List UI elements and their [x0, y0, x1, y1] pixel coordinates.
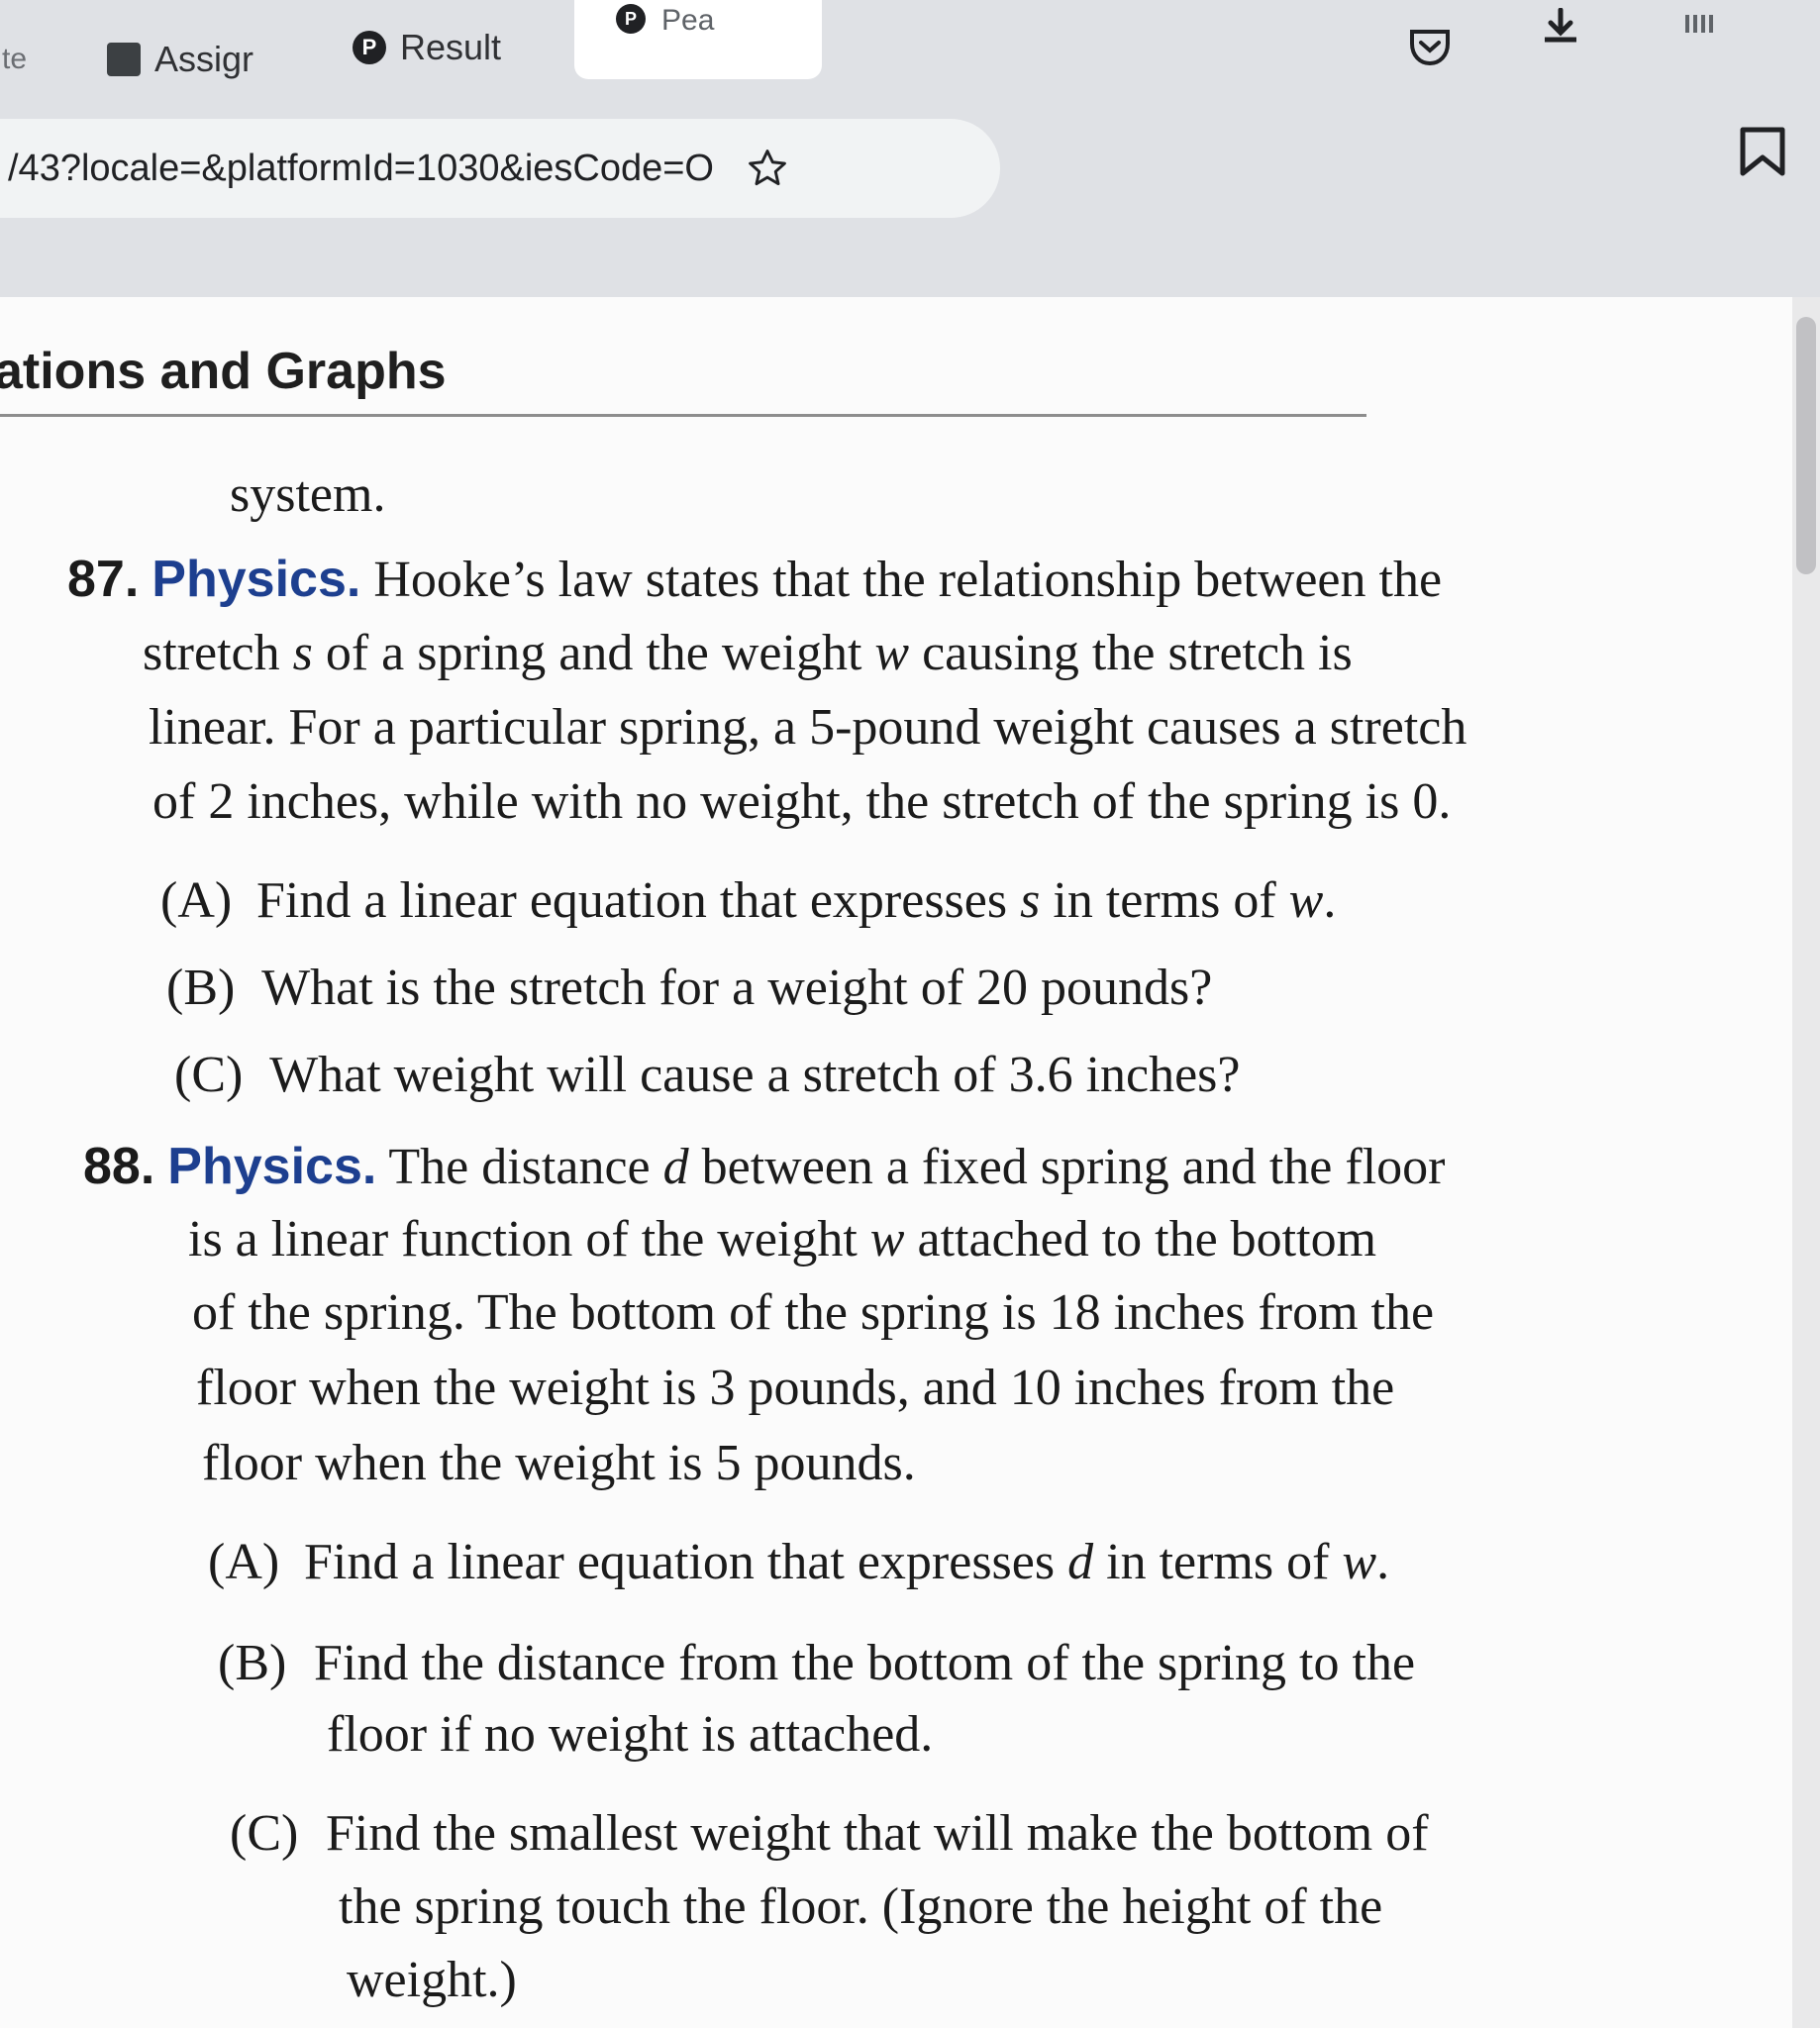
- tab-label: Pea: [661, 4, 715, 37]
- browser-chrome: te Assigr P Result P Pea /43?locale=&pla…: [0, 0, 1820, 299]
- part-label: (A): [208, 1534, 280, 1590]
- problem-number: 87.: [67, 551, 140, 608]
- p-logo-icon: P: [616, 4, 646, 34]
- chapter-title: ations and Graphs: [0, 343, 447, 400]
- tab-label: Result: [400, 27, 502, 67]
- library-icon[interactable]: [1671, 0, 1727, 55]
- reading-list-icon[interactable]: [1735, 124, 1790, 179]
- variable-d: d: [662, 1139, 689, 1195]
- part-text: Find a linear equation that expresses: [304, 1534, 1068, 1590]
- part-text: Find the distance from the bottom of the…: [314, 1635, 1416, 1691]
- variable-d: d: [1067, 1534, 1094, 1590]
- part-label: (C): [230, 1805, 299, 1862]
- problem-87-part-b: (B) What is the stretch for a weight of …: [166, 959, 1212, 1018]
- vertical-scrollbar[interactable]: [1792, 297, 1820, 2028]
- problem-text: attached to the bottom: [904, 1211, 1377, 1268]
- problem-88-part-c: (C) Find the smallest weight that will m…: [230, 1804, 1429, 1864]
- problem-87-part-a: (A) Find a linear equation that expresse…: [160, 871, 1336, 931]
- problem-text: causing the stretch is: [922, 625, 1353, 681]
- pocket-icon[interactable]: [1402, 20, 1458, 75]
- problem-number: 88.: [83, 1138, 155, 1195]
- document-icon: [107, 43, 141, 76]
- part-label: (B): [218, 1635, 287, 1691]
- chapter-divider: [0, 414, 1366, 417]
- part-text: What weight will cause a stretch of 3.6 …: [269, 1047, 1241, 1103]
- problem-88-part-b: (B) Find the distance from the bottom of…: [218, 1634, 1415, 1693]
- problem-88-part-a: (A) Find a linear equation that expresse…: [208, 1533, 1389, 1592]
- problem-88-line-2: is a linear function of the weight w att…: [188, 1210, 1376, 1269]
- p-logo-icon: P: [353, 31, 386, 64]
- problem-87-line-1: 87. Physics. Hooke’s law states that the…: [67, 550, 1442, 610]
- problem-87-line-4: of 2 inches, while with no weight, the s…: [152, 773, 1452, 830]
- problem-88-line-5: floor when the weight is 5 pounds.: [202, 1435, 916, 1491]
- variable-w: w: [874, 625, 910, 681]
- problem-88-line-1: 88. Physics. The distance d between a fi…: [83, 1137, 1445, 1197]
- part-label: (B): [166, 960, 236, 1016]
- problem-heading: Physics.: [167, 1138, 377, 1195]
- tab-assignment[interactable]: Assigr: [107, 30, 253, 89]
- problem-87-line-2: stretch s of a spring and the weight w c…: [143, 624, 1353, 683]
- variable-w: w: [1288, 872, 1324, 929]
- variable-w: w: [1342, 1534, 1377, 1590]
- tab-label: te: [2, 43, 28, 75]
- tab-result[interactable]: P Result: [353, 18, 501, 77]
- problem-88-part-b-line-2: floor if no weight is attached.: [327, 1706, 934, 1763]
- tab-pea[interactable]: P Pea: [574, 0, 822, 79]
- problem-88-part-c-line-2: the spring touch the floor. (Ignore the …: [339, 1878, 1383, 1935]
- url-text[interactable]: /43?locale=&platformId=1030&iesCode=O: [0, 148, 714, 190]
- part-text: in terms of: [1093, 1534, 1343, 1590]
- part-label: (C): [174, 1047, 244, 1103]
- part-label: (A): [160, 872, 233, 929]
- scrollbar-thumb[interactable]: [1796, 317, 1816, 574]
- problem-text: between a fixed spring and the floor: [688, 1139, 1446, 1195]
- variable-s: s: [292, 625, 313, 681]
- address-bar[interactable]: /43?locale=&platformId=1030&iesCode=O: [0, 119, 1000, 218]
- variable-s: s: [1020, 872, 1041, 929]
- problem-text: Hooke’s law states that the relationship…: [373, 552, 1443, 608]
- problem-heading: Physics.: [152, 551, 361, 608]
- problem-text: The distance: [388, 1139, 663, 1195]
- problem-87-part-c: (C) What weight will cause a stretch of …: [174, 1046, 1241, 1105]
- variable-w: w: [869, 1211, 905, 1268]
- previous-problem-fragment: system.: [230, 466, 386, 523]
- tab-label: Assigr: [154, 39, 254, 79]
- problem-text: stretch: [143, 625, 293, 681]
- problem-text: of a spring and the weight: [325, 625, 875, 681]
- download-icon[interactable]: [1533, 0, 1588, 55]
- part-text: What is the stretch for a weight of 20 p…: [261, 960, 1213, 1016]
- bookmark-star-icon[interactable]: [742, 143, 793, 194]
- problem-87-line-3: linear. For a particular spring, a 5-pou…: [149, 699, 1467, 756]
- part-text: Find the smallest weight that will make …: [326, 1805, 1429, 1862]
- part-text: in terms of: [1040, 872, 1289, 929]
- problem-88-part-c-line-3: weight.): [347, 1952, 517, 2008]
- part-text: .: [1376, 1534, 1390, 1590]
- tab-te[interactable]: te: [2, 30, 27, 89]
- problem-88-line-3: of the spring. The bottom of the spring …: [192, 1284, 1435, 1341]
- part-text: .: [1323, 872, 1337, 929]
- problem-text: is a linear function of the weight: [188, 1211, 870, 1268]
- part-text: Find a linear equation that expresses: [256, 872, 1021, 929]
- problem-88-line-4: floor when the weight is 3 pounds, and 1…: [196, 1360, 1395, 1416]
